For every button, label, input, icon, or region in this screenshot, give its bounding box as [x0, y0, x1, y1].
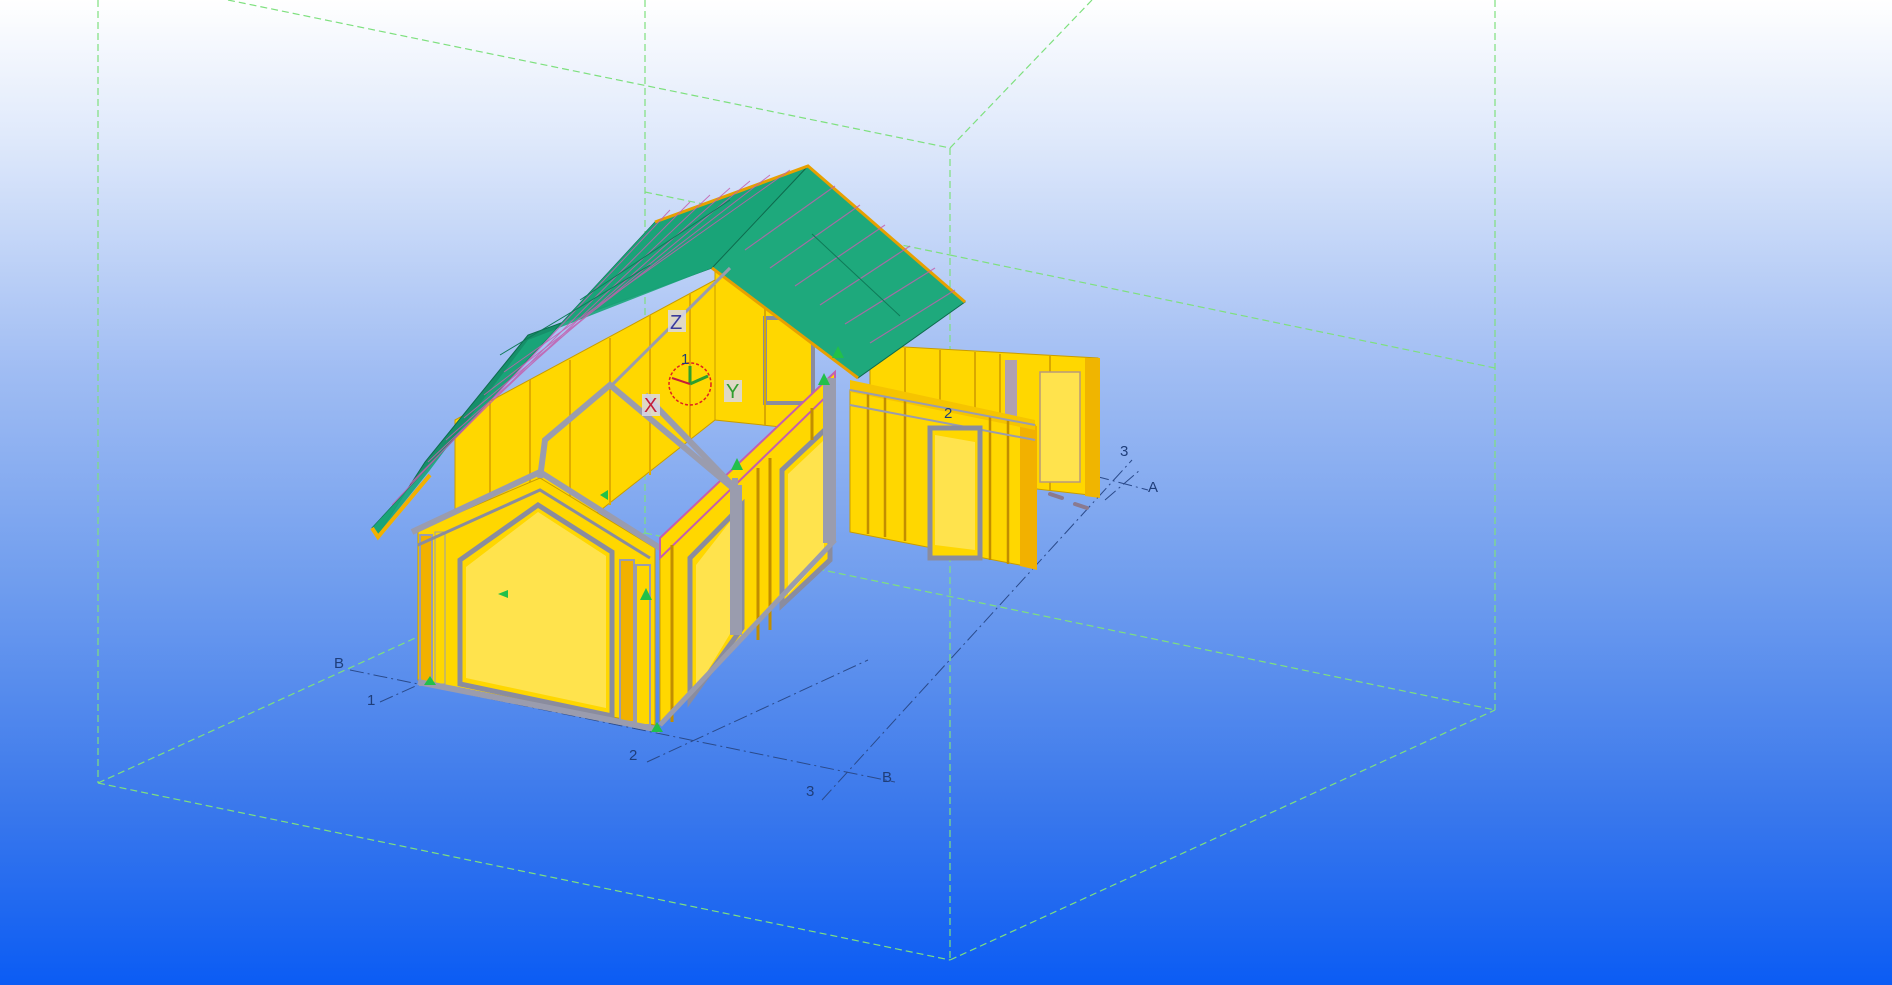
grid-label-1-left[interactable]: 1 [367, 692, 375, 709]
model-viewport[interactable]: 1 Z X Y B 1 2 3 B 3 A 2 [0, 0, 1892, 985]
model-canvas[interactable]: 1 Z X Y B 1 2 3 B 3 A 2 [0, 0, 1892, 985]
grid-label-b-bottom[interactable]: B [882, 769, 892, 786]
coordinate-origin-label: 1 [681, 351, 689, 368]
grid-label-2-bottom[interactable]: 2 [629, 747, 637, 764]
grid-label-b-left[interactable]: B [334, 655, 344, 672]
front-gable-wall[interactable] [410, 468, 662, 733]
grid-label-2-back[interactable]: 2 [944, 405, 952, 422]
x-axis-label[interactable]: X [644, 395, 657, 417]
grid-label-3-bottom[interactable]: 3 [806, 783, 814, 800]
z-axis-label[interactable]: Z [670, 312, 682, 334]
grid-label-a-right[interactable]: A [1148, 479, 1158, 496]
grid-label-3-right[interactable]: 3 [1120, 443, 1128, 460]
y-axis-label[interactable]: Y [726, 381, 739, 403]
